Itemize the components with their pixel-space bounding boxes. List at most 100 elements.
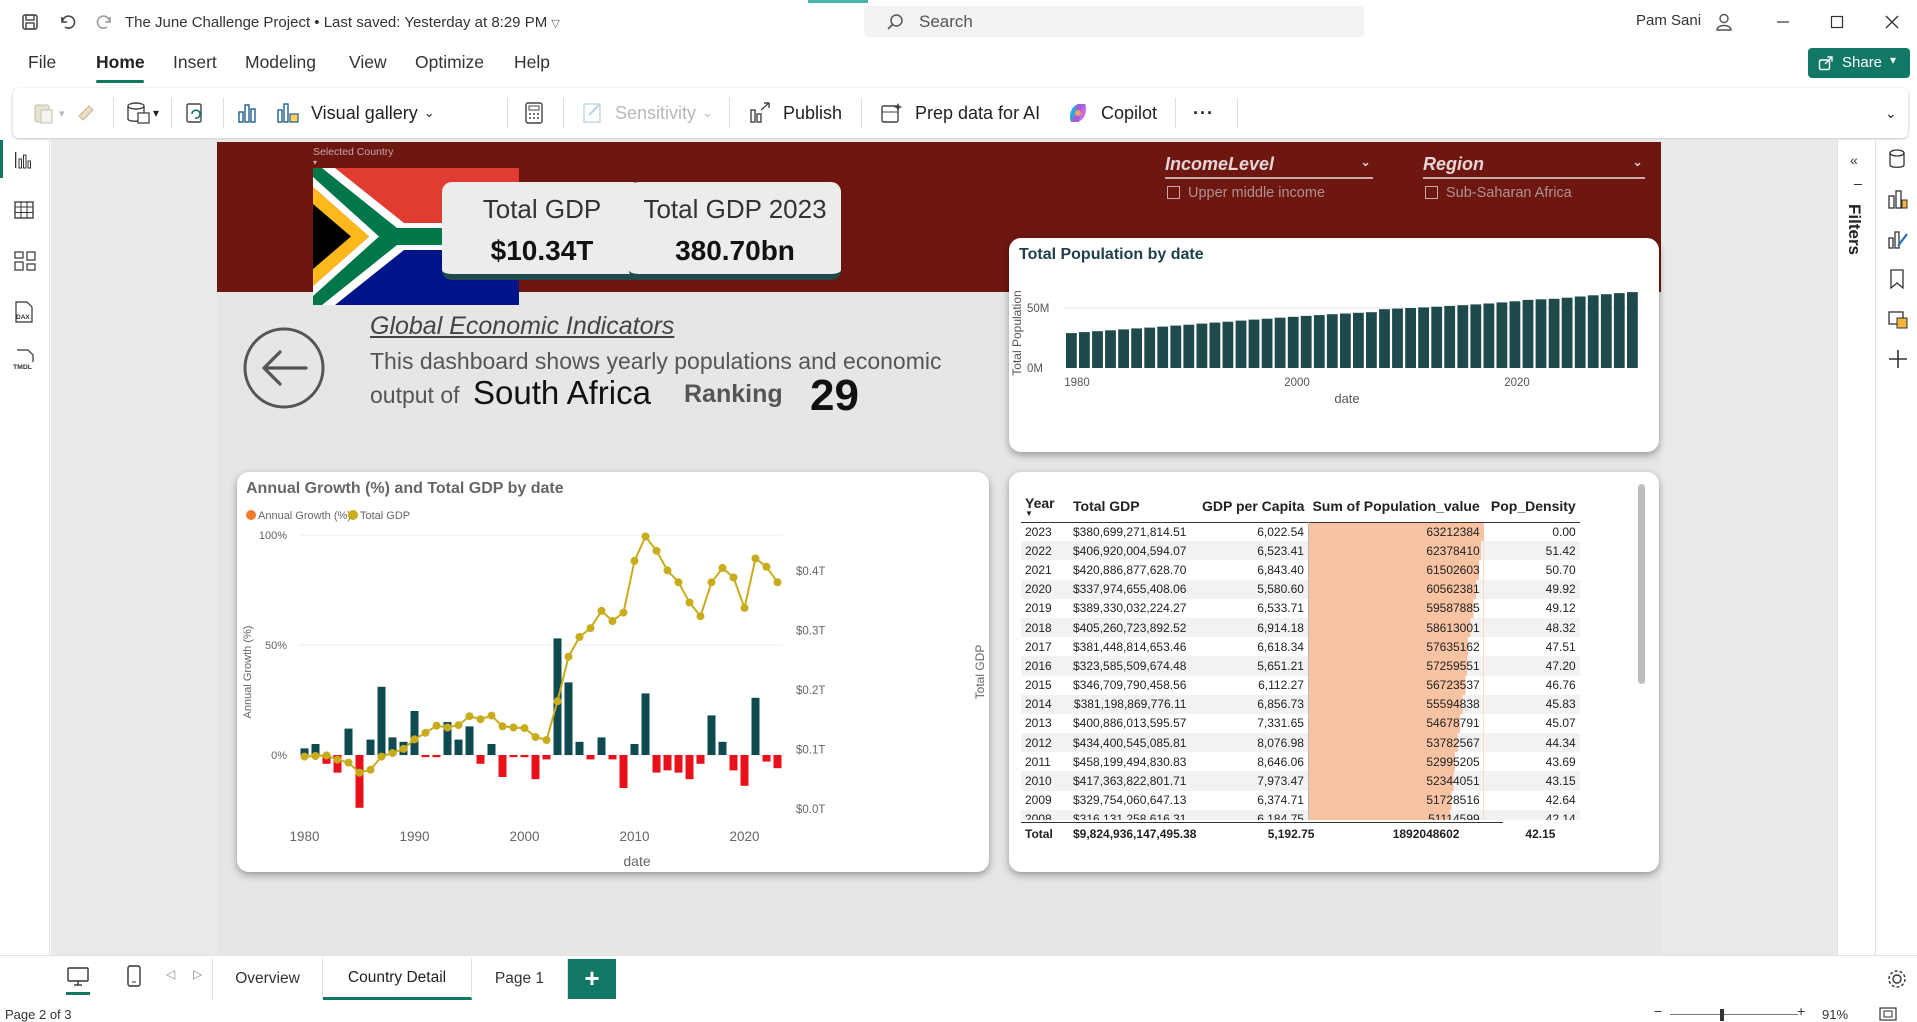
search-box[interactable]: Search [864, 6, 1364, 37]
growth-bar[interactable] [685, 755, 694, 780]
checkbox[interactable] [1167, 186, 1180, 199]
population-bar[interactable] [1196, 323, 1208, 368]
population-bar[interactable] [1522, 299, 1534, 368]
gdp-point[interactable] [586, 624, 595, 633]
population-bar[interactable] [1131, 328, 1142, 368]
growth-bar[interactable] [520, 755, 529, 758]
menu-help[interactable]: Help [514, 52, 550, 73]
mobile-layout-icon[interactable] [126, 964, 142, 988]
column-header-population[interactable]: Sum of Population_value [1308, 490, 1483, 522]
prep-data-button[interactable]: Prep data for AI [879, 98, 1040, 128]
population-bar[interactable] [1600, 294, 1612, 368]
growth-bar[interactable] [751, 697, 760, 755]
model-view-icon[interactable] [14, 250, 36, 272]
table-row[interactable]: 2022 $406,920,004,594.07 6,523.41 62378410 5… [1021, 541, 1580, 561]
population-bar[interactable] [1418, 307, 1429, 368]
column-header-gdp-per-capita[interactable]: GDP per Capita [1190, 490, 1308, 522]
population-bar[interactable] [1379, 309, 1390, 368]
gdp-line[interactable] [304, 534, 779, 774]
chevron-down-icon[interactable]: ⌄ [1632, 154, 1643, 170]
gdp-point[interactable] [762, 562, 771, 571]
gdp-point[interactable] [641, 532, 650, 541]
growth-bar[interactable] [608, 755, 617, 760]
menu-file[interactable]: File [28, 52, 56, 73]
publish-button[interactable]: Publish [747, 98, 842, 128]
menu-optimize[interactable]: Optimize [415, 52, 484, 73]
population-bar[interactable] [1183, 324, 1195, 368]
zoom-slider-thumb[interactable] [1720, 1009, 1724, 1021]
gdp-point[interactable] [410, 735, 419, 744]
gdp-point[interactable] [751, 554, 760, 563]
gdp-point[interactable] [619, 608, 628, 617]
table-row[interactable]: 2014 $381,198,869,776.11 6,856.73 55594838 4… [1021, 694, 1580, 714]
checkbox[interactable] [1425, 186, 1438, 199]
population-bar[interactable] [1392, 308, 1403, 368]
gdp-point[interactable] [355, 768, 364, 777]
add-pane-icon[interactable] [1887, 348, 1909, 370]
bookmark-icon[interactable] [1889, 268, 1905, 290]
population-bar[interactable] [1470, 304, 1482, 368]
gdp-point[interactable] [509, 723, 518, 732]
population-bar[interactable] [1613, 293, 1625, 368]
population-bar[interactable] [1405, 308, 1416, 368]
gdp-point[interactable] [399, 744, 408, 753]
growth-bar[interactable] [663, 755, 672, 771]
growth-bar[interactable] [509, 755, 518, 758]
population-bar[interactable] [1079, 332, 1090, 368]
table-row[interactable]: 2015 $346,709,790,458.56 6,112.27 56723537 4… [1021, 675, 1580, 695]
gdp-point[interactable] [652, 546, 661, 555]
population-bar[interactable] [1353, 312, 1364, 368]
population-bar[interactable] [1144, 327, 1156, 368]
population-chart[interactable]: Total Population 50M 0M 1980 2000 2020 d… [1009, 268, 1659, 448]
visualizations-pane-icon[interactable] [1887, 188, 1909, 210]
growth-bar[interactable] [652, 755, 661, 773]
table-row[interactable]: 2011 $458,199,494,830.83 8,646.06 52995205 4… [1021, 752, 1580, 772]
chevron-down-icon[interactable]: ▽ [551, 18, 559, 30]
table-row[interactable]: 2019 $389,330,032,224.27 6,533.71 59587885 4… [1021, 598, 1580, 618]
zoom-in-icon[interactable]: + [1797, 1003, 1805, 1019]
paste-button[interactable]: ▾ [31, 98, 65, 128]
growth-gdp-chart[interactable]: Annual Growth (%) Total GDP Annual Growt… [237, 472, 989, 872]
table-row[interactable]: 2020 $337,974,655,408.06 5,580.60 60562381 4… [1021, 579, 1580, 599]
kpi-total-gdp-2023[interactable]: Total GDP 2023 380.70bn [629, 182, 841, 280]
population-bar[interactable] [1274, 317, 1286, 368]
desktop-layout-icon[interactable] [66, 966, 90, 988]
column-header-pop-density[interactable]: Pop_Density [1484, 490, 1580, 522]
growth-bar[interactable] [740, 755, 749, 786]
close-icon[interactable] [1878, 8, 1906, 36]
add-page-button[interactable]: + [568, 959, 616, 999]
gdp-point[interactable] [476, 715, 485, 724]
table-row[interactable]: 2008 $316,131,258,616.31 6,184.75 51114599 4… [1021, 809, 1580, 820]
gdp-point[interactable] [432, 721, 441, 730]
gdp-point[interactable] [575, 633, 584, 641]
prev-page-icon[interactable]: ◁ [166, 967, 175, 981]
population-bar[interactable] [1535, 299, 1547, 368]
table-scrollbar[interactable] [1638, 484, 1645, 684]
population-bar[interactable] [1561, 297, 1573, 368]
population-bar[interactable] [1248, 319, 1260, 368]
growth-bar[interactable] [553, 638, 562, 755]
gdp-point[interactable] [487, 711, 496, 720]
maximize-icon[interactable] [1823, 8, 1851, 36]
column-header-year[interactable]: Year ▼ [1021, 490, 1069, 522]
growth-bar[interactable] [476, 755, 485, 764]
settings-gear-icon[interactable] [1886, 968, 1908, 990]
chevron-down-icon[interactable]: ⌄ [1360, 154, 1371, 170]
population-bar[interactable] [1509, 301, 1521, 368]
user-avatar-icon[interactable] [1710, 8, 1738, 36]
gdp-point[interactable] [718, 564, 727, 572]
growth-bar[interactable] [410, 711, 419, 755]
population-bar[interactable] [1222, 321, 1234, 368]
collapse-ribbon-icon[interactable]: ⌄ [1885, 98, 1897, 128]
zoom-slider[interactable] [1670, 1014, 1798, 1015]
new-measure-button[interactable] [523, 98, 545, 128]
gdp-point[interactable] [608, 617, 617, 625]
column-header-total-gdp[interactable]: Total GDP [1069, 490, 1190, 522]
table-row[interactable]: 2010 $417,363,822,801.71 7,973.47 52344051 4… [1021, 771, 1580, 791]
table-row[interactable]: 2012 $434,400,545,085.81 8,076.98 53782567 4… [1021, 733, 1580, 753]
growth-bar[interactable] [454, 739, 463, 755]
gdp-point[interactable] [740, 603, 749, 612]
gdp-point[interactable] [773, 578, 782, 587]
gdp-point[interactable] [674, 578, 683, 587]
growth-bar[interactable] [762, 755, 771, 762]
